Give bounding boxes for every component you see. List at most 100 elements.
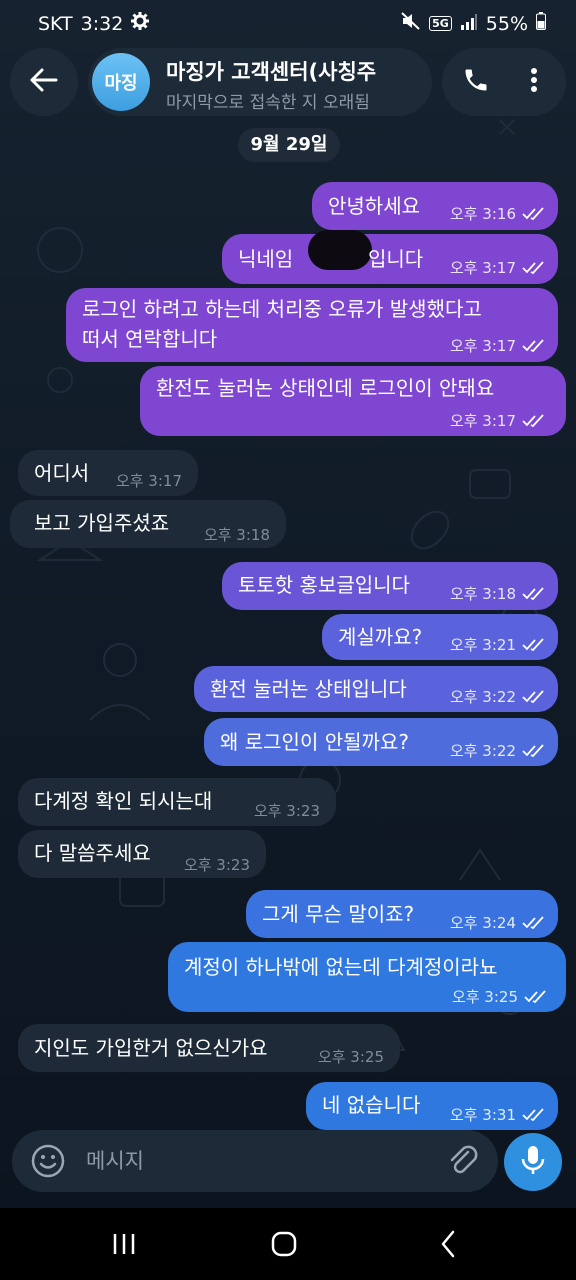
message-text: 안녕하세요 xyxy=(328,194,420,218)
home-icon xyxy=(271,1231,297,1261)
message-outgoing[interactable]: 환전 눌러논 상태입니다 오후 3:22 xyxy=(194,666,558,712)
message-text: 그게 무슨 말이죠? xyxy=(262,902,415,926)
nav-back-button[interactable] xyxy=(426,1226,470,1266)
phone-icon xyxy=(462,66,490,98)
status-left: SKT 3:32 xyxy=(38,12,150,35)
double-check-icon xyxy=(522,1107,544,1121)
date-separator: 9월 29일 xyxy=(238,128,340,162)
message-text: 다 말씀주세요 xyxy=(34,841,151,865)
message-text-line-2: 떠서 연락합니다 xyxy=(82,327,218,351)
double-check-icon xyxy=(522,586,544,600)
double-check-icon xyxy=(522,915,544,929)
message-outgoing[interactable]: 그게 무슨 말이죠? 오후 3:24 xyxy=(246,890,558,938)
message-text: 환전도 눌러논 상태인데 로그인이 안돼요 xyxy=(156,376,495,400)
message-time: 오후 3:23 xyxy=(183,856,250,874)
gear-icon xyxy=(131,12,150,35)
recents-button[interactable] xyxy=(102,1226,146,1266)
chat-info-button[interactable]: 마징 마징가 고객센터(사칭주 마지막으로 접속한 지 오래됨 xyxy=(88,48,432,116)
message-text: 토토핫 홍보글입니다 xyxy=(238,573,410,597)
message-incoming[interactable]: 어디서 오후 3:17 xyxy=(18,450,198,496)
message-outgoing[interactable]: 토토핫 홍보글입니다 오후 3:18 xyxy=(222,562,558,610)
chat-header: 마징 마징가 고객센터(사칭주 마지막으로 접속한 지 오래됨 xyxy=(0,46,576,118)
message-time: 오후 3:24 xyxy=(450,912,546,933)
message-time: 오후 3:17 xyxy=(450,335,546,356)
message-time: 오후 3:21 xyxy=(450,634,546,655)
double-check-icon xyxy=(522,206,544,220)
message-incoming[interactable]: 다 말씀주세요 오후 3:23 xyxy=(18,830,266,878)
message-outgoing[interactable]: 닉네임 입니다 오후 3:17 xyxy=(222,230,558,284)
chat-title: 마징가 고객센터(사칭주 xyxy=(166,60,377,84)
message-outgoing[interactable]: 로그인 하려고 하는데 처리중 오류가 발생했다고 떠서 연락합니다 오후 3:… xyxy=(66,288,558,362)
redacted-nickname xyxy=(308,230,372,270)
system-navigation-bar xyxy=(0,1208,576,1280)
double-check-icon xyxy=(522,413,544,427)
double-check-icon xyxy=(524,989,546,1003)
emoji-button[interactable] xyxy=(30,1143,66,1179)
message-text: 어디서 xyxy=(34,461,90,485)
last-seen-status: 마지막으로 접속한 지 오래됨 xyxy=(166,93,370,113)
battery-icon xyxy=(536,12,546,35)
message-outgoing[interactable]: 계정이 하나밖에 없는데 다계정이라뇨 오후 3:25 xyxy=(168,942,566,1012)
message-composer xyxy=(12,1130,498,1192)
message-time: 오후 3:25 xyxy=(317,1048,384,1066)
message-text-before: 닉네임 xyxy=(238,247,294,271)
message-text-after: 입니다 xyxy=(368,247,424,271)
message-time: 오후 3:17 xyxy=(450,410,546,431)
double-check-icon xyxy=(522,743,544,757)
message-text: 계실까요? xyxy=(338,625,423,649)
message-time: 오후 3:22 xyxy=(450,686,546,707)
message-time: 오후 3:16 xyxy=(450,203,546,224)
message-time: 오후 3:25 xyxy=(452,986,548,1007)
more-vertical-icon xyxy=(530,67,538,97)
message-time: 오후 3:17 xyxy=(450,257,546,278)
double-check-icon xyxy=(522,260,544,274)
message-outgoing[interactable]: 네 없습니다 오후 3:31 xyxy=(306,1082,558,1130)
double-check-icon xyxy=(522,689,544,703)
message-outgoing[interactable]: 환전도 눌러논 상태인데 로그인이 안돼요 오후 3:17 xyxy=(140,366,566,436)
message-outgoing[interactable]: 계실까요? 오후 3:21 xyxy=(322,614,558,660)
paperclip-icon xyxy=(444,1145,482,1184)
message-text: 왜 로그인이 안될까요? xyxy=(220,730,409,754)
home-button[interactable] xyxy=(262,1226,306,1266)
recents-icon xyxy=(112,1232,136,1260)
message-text: 네 없습니다 xyxy=(322,1093,421,1117)
more-options-button[interactable] xyxy=(514,62,554,102)
carrier-label: SKT xyxy=(38,12,73,35)
message-incoming[interactable]: 다계정 확인 되시는대 오후 3:23 xyxy=(18,778,336,826)
call-button[interactable] xyxy=(456,62,496,102)
clock: 3:32 xyxy=(80,12,124,35)
message-incoming[interactable]: 보고 가입주셨죠 오후 3:18 xyxy=(10,500,286,548)
back-button[interactable] xyxy=(10,48,78,116)
message-time: 오후 3:31 xyxy=(450,1104,546,1125)
signal-icon xyxy=(460,13,478,35)
status-right: 5G 55% xyxy=(401,12,546,35)
message-incoming[interactable]: 지인도 가입한거 없으신가요 오후 3:25 xyxy=(18,1024,400,1072)
message-input[interactable] xyxy=(86,1144,406,1178)
battery-label: 55% xyxy=(485,12,528,35)
voice-record-button[interactable] xyxy=(504,1133,562,1191)
message-text: 보고 가입주셨죠 xyxy=(34,511,170,535)
message-text: 환전 눌러논 상태입니다 xyxy=(210,677,407,701)
message-time: 오후 3:23 xyxy=(253,802,320,820)
header-actions xyxy=(442,48,566,116)
attach-button[interactable] xyxy=(444,1142,482,1180)
message-text: 지인도 가입한거 없으신가요 xyxy=(34,1036,268,1060)
network-type-label: 5G xyxy=(429,16,452,31)
back-chevron-icon xyxy=(440,1230,456,1262)
message-time: 오후 3:18 xyxy=(450,583,546,604)
smiley-icon xyxy=(30,1144,66,1183)
avatar: 마징 xyxy=(92,53,150,111)
message-outgoing[interactable]: 왜 로그인이 안될까요? 오후 3:22 xyxy=(204,718,558,766)
status-bar: SKT 3:32 5G 55% xyxy=(0,0,576,46)
mute-icon xyxy=(401,12,421,35)
message-outgoing[interactable]: 안녕하세요 오후 3:16 xyxy=(312,182,558,230)
microphone-icon xyxy=(521,1145,545,1179)
message-text: 계정이 하나밖에 없는데 다계정이라뇨 xyxy=(184,955,498,979)
message-time: 오후 3:17 xyxy=(115,472,182,490)
message-text: 다계정 확인 되시는대 xyxy=(34,789,213,813)
message-text-line-1: 로그인 하려고 하는데 처리중 오류가 발생했다고 xyxy=(82,297,482,321)
message-time: 오후 3:18 xyxy=(203,526,270,544)
double-check-icon xyxy=(522,637,544,651)
double-check-icon xyxy=(522,338,544,352)
arrow-left-icon xyxy=(30,68,58,96)
